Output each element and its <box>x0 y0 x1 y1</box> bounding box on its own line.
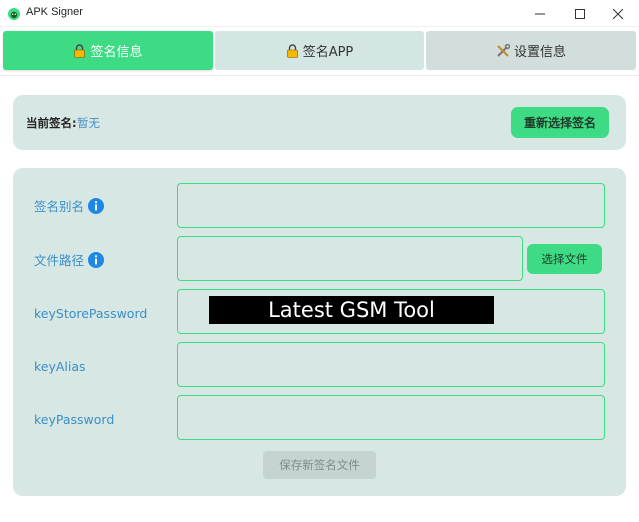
keystore-password-label: keyStorePassword <box>34 306 148 321</box>
maximize-icon <box>575 4 585 23</box>
current-signature-label: 当前签名: <box>26 116 77 130</box>
current-signature-panel: 当前签名: 暂无 重新选择签名 <box>13 95 626 150</box>
save-signature-button[interactable]: 保存新签名文件 <box>263 451 376 479</box>
key-password-input[interactable] <box>177 395 605 440</box>
lock-icon <box>286 43 299 58</box>
close-icon <box>612 4 624 23</box>
close-button[interactable] <box>598 0 638 27</box>
minimize-icon <box>535 4 545 23</box>
window-title: APK Signer <box>26 6 83 18</box>
key-alias-label: keyAlias <box>34 359 86 374</box>
tab-signature-info[interactable]: 签名信息 <box>3 31 213 70</box>
path-label: 文件路径 <box>34 250 105 269</box>
alias-label-text: 签名别名 <box>34 199 85 214</box>
title-bar: APK Signer <box>0 0 639 27</box>
minimize-button[interactable] <box>520 0 560 27</box>
alias-input[interactable] <box>177 183 605 228</box>
key-password-label: keyPassword <box>34 412 115 427</box>
info-icon[interactable] <box>88 251 105 268</box>
tab-settings[interactable]: 设置信息 <box>426 31 636 70</box>
tab-sign-app[interactable]: 签名APP <box>215 31 424 70</box>
alias-label: 签名别名 <box>34 196 105 215</box>
choose-file-button[interactable]: 选择文件 <box>527 244 602 274</box>
info-icon[interactable] <box>88 197 105 214</box>
reselect-signature-button[interactable]: 重新选择签名 <box>511 107 609 138</box>
android-icon <box>7 6 21 20</box>
key-alias-input[interactable] <box>177 342 605 387</box>
lock-icon <box>73 43 86 58</box>
signature-form-panel: 签名别名 文件路径 选择文件 keyStorePassword keyAlias… <box>13 168 626 496</box>
tab-label: 签名APP <box>302 45 354 60</box>
file-path-input[interactable] <box>177 236 523 281</box>
tab-label: 签名信息 <box>90 45 143 60</box>
tab-divider <box>0 75 639 76</box>
path-label-text: 文件路径 <box>34 253 85 268</box>
current-signature-value: 暂无 <box>77 116 100 130</box>
watermark-banner: Latest GSM Tool <box>209 296 494 324</box>
maximize-button[interactable] <box>560 0 600 27</box>
tab-label: 设置信息 <box>513 45 566 60</box>
tools-icon <box>496 43 510 58</box>
